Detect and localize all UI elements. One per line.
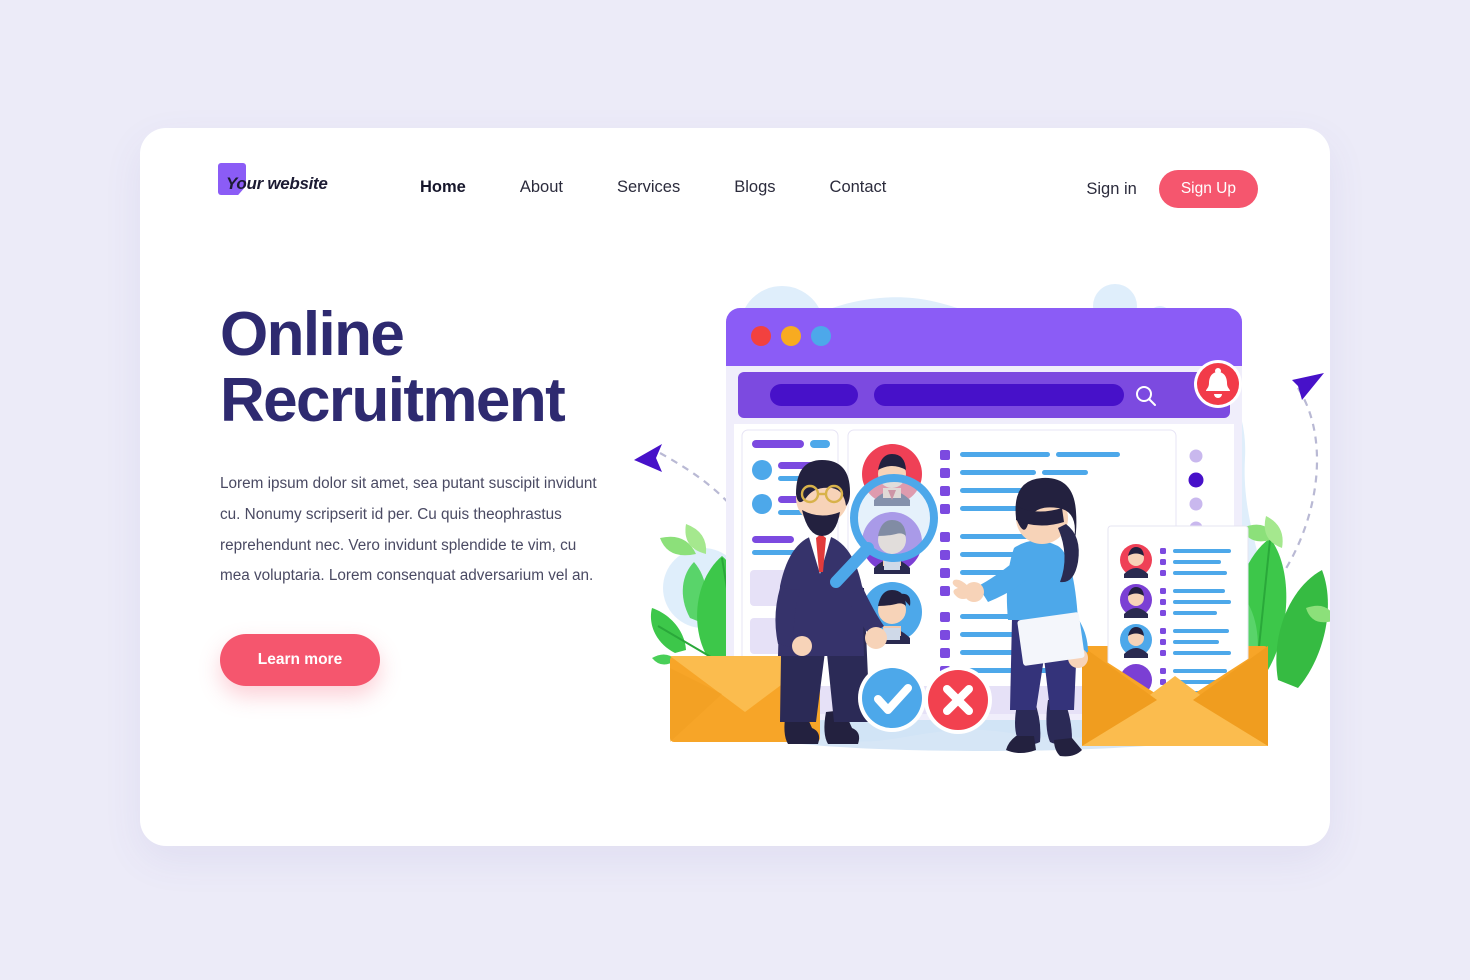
- resume-row-3: [1120, 624, 1231, 658]
- approve-check-button: [858, 664, 926, 732]
- nav-item-home[interactable]: Home: [420, 174, 466, 201]
- traffic-light-close: [751, 326, 771, 346]
- notification-bell-badge: [1194, 360, 1242, 408]
- hero-copy: Online Recruitment Lorem ipsum dolor sit…: [220, 302, 650, 686]
- traffic-light-maximize: [811, 326, 831, 346]
- landing-page: Your website Home About Services Blogs C…: [0, 0, 1470, 980]
- browser-address-bar: [874, 384, 1124, 406]
- reject-close-button: [924, 666, 992, 734]
- resume-row-1: [1120, 544, 1231, 578]
- resume-row-2: [1120, 584, 1231, 618]
- arrow-head-left: [634, 444, 662, 472]
- envelope-right-with-resume: [1082, 525, 1268, 746]
- logo-text: Your website: [226, 174, 328, 193]
- nav-item-about[interactable]: About: [520, 174, 563, 201]
- logo[interactable]: Your website: [218, 163, 328, 200]
- online-recruitment-illustration: [630, 188, 1330, 828]
- clipboard-icon: [1017, 612, 1085, 666]
- page-title: Online Recruitment: [220, 300, 566, 435]
- traffic-light-minimize: [781, 326, 801, 346]
- learn-more-button[interactable]: Learn more: [220, 633, 380, 686]
- browser-menu-pill: [770, 384, 858, 406]
- arrow-head-right: [1292, 373, 1324, 400]
- landing-card: Your website Home About Services Blogs C…: [140, 128, 1330, 846]
- pagination-dot-active: [1188, 472, 1204, 488]
- hero-paragraph: Lorem ipsum dolor sit amet, sea putant s…: [220, 475, 597, 585]
- arrow-right: [1279, 387, 1319, 579]
